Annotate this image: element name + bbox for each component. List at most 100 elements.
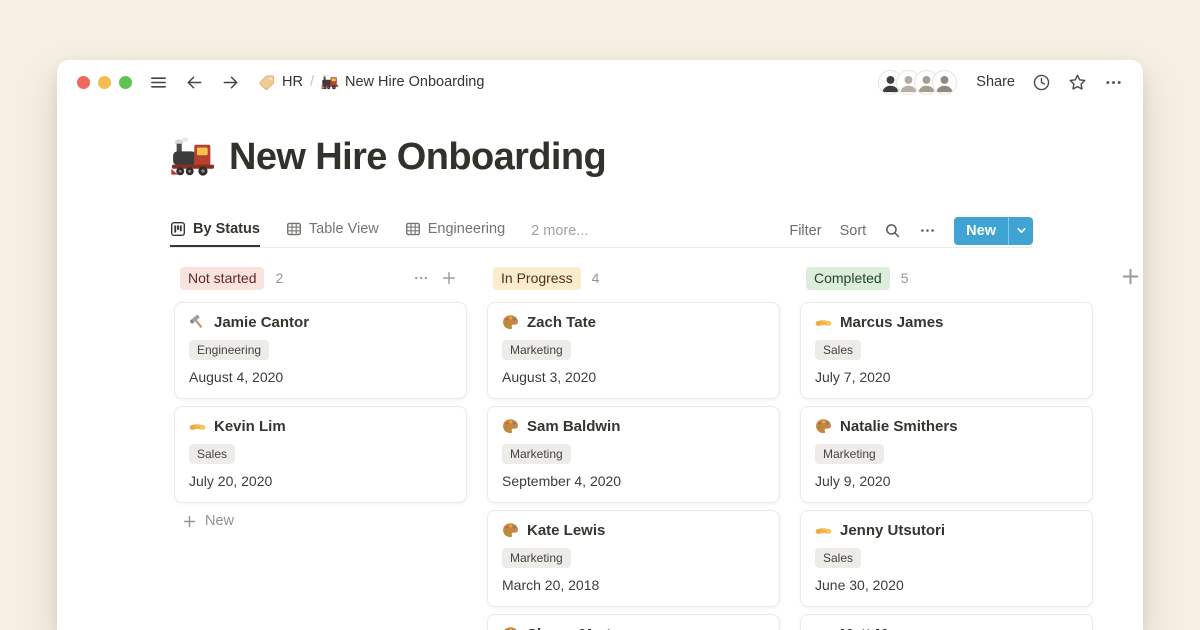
card-title: Marcus James [815,314,1078,331]
tab-label: Engineering [428,221,505,237]
card-jenny-utsutori[interactable]: Jenny UtsutoriSalesJune 30, 2020 [800,510,1093,607]
card-person-name: Matt M [840,626,888,630]
zoom-window-button[interactable] [119,76,132,89]
breadcrumb-page[interactable]: New Hire Onboarding [321,73,484,91]
card-department-tag: Marketing [502,444,571,464]
add-card-label: New [205,513,234,529]
add-card-button[interactable]: New [174,513,467,529]
page-title[interactable]: New Hire Onboarding [229,136,606,179]
column-status-pill[interactable]: Completed [806,267,890,290]
page-header: New Hire Onboarding [170,134,606,180]
table-view-icon [286,221,302,237]
updates-button[interactable] [1032,73,1051,92]
search-button[interactable] [884,222,901,239]
more-options-button[interactable] [1104,73,1123,92]
new-button[interactable]: New [954,217,1033,245]
collaborator-avatars [878,70,957,95]
favorite-button[interactable] [1068,73,1087,92]
app-window: HR / New Hire Onboarding Share New Hire … [57,60,1143,630]
new-button-label[interactable]: New [954,217,1008,245]
star-icon [1068,73,1087,92]
card-sam-baldwin[interactable]: Sam Baldwin Marketing September 4, 2020 [487,406,780,503]
board-view-icon [170,221,186,237]
view-tabs: By Status Table View Engineering [170,214,505,247]
card-department-tag: Marketing [502,340,571,360]
card-start-date: June 30, 2020 [815,577,1078,593]
close-window-button[interactable] [77,76,90,89]
tab-engineering[interactable]: Engineering [405,214,505,247]
more-views-button[interactable]: 2 more... [531,214,588,247]
sidebar-menu-button[interactable] [149,73,168,92]
column-add-card-button[interactable] [441,270,457,286]
card-person-name: Shawn Mart [527,626,611,630]
card-person-name: Jenny Utsutori [840,522,945,539]
card-title: Jenny Utsutori [815,522,1078,539]
column-count: 2 [275,270,283,286]
column-status-pill[interactable]: In Progress [493,267,581,290]
search-icon [884,222,901,239]
filter-button[interactable]: Filter [789,223,821,239]
view-tabs-row: By Status Table View Engineering 2 more...… [170,214,1033,248]
label-tag-icon [258,73,276,91]
card-title: Kate Lewis [502,522,765,539]
card-title: Sam Baldwin [502,418,765,435]
card-start-date: August 4, 2020 [189,369,452,385]
board-column-not-started: Not started 2 Jamie Cantor Engineering Augus… [174,264,467,630]
card-zach-tate[interactable]: Zach TateMarketingAugust 3, 2020 [487,302,780,399]
locomotive-icon [321,73,339,91]
card-department-tag: Sales [189,444,235,464]
card-department-tag: Engineering [189,340,269,360]
handshake-icon [815,314,832,331]
tab-label: By Status [193,221,260,237]
chevron-down-icon [1016,225,1027,236]
column-status-pill[interactable]: Not started [180,267,264,290]
breadcrumb: HR / New Hire Onboarding [258,73,484,91]
card-person-name: Natalie Smithers [840,418,958,435]
avatar[interactable] [932,70,957,95]
sort-button[interactable]: Sort [840,223,867,239]
breadcrumb-page-label: New Hire Onboarding [345,74,484,90]
card-title: Shawn Mart [502,626,765,630]
card-marcus-james[interactable]: Marcus JamesSalesJuly 7, 2020 [800,302,1093,399]
share-button[interactable]: Share [976,74,1015,90]
column-count: 5 [901,270,909,286]
column-header: Completed 5 [800,264,1093,292]
forward-button[interactable] [221,73,240,92]
card-kate-lewis[interactable]: Kate LewisMarketingMarch 20, 2018 [487,510,780,607]
tab-by-status[interactable]: By Status [170,214,260,247]
breadcrumb-workspace-label: HR [282,74,303,90]
view-options-button[interactable] [919,222,936,239]
view-controls: Filter Sort New [789,214,1033,247]
plus-icon [182,514,197,529]
palette-icon [815,418,832,435]
palette-icon [502,626,519,630]
card-jamie-cantor[interactable]: Jamie Cantor Engineering August 4, 2020 [174,302,467,399]
ellipsis-icon [919,222,936,239]
card-start-date: September 4, 2020 [502,473,765,489]
board-column-in-progress: In Progress4 Zach TateMarketingAugust 3, … [487,264,780,630]
card-kevin-lim[interactable]: Kevin LimSalesJuly 20, 2020 [174,406,467,503]
page-locomotive-icon[interactable] [170,134,216,180]
kanban-board: Not started 2 Jamie Cantor Engineering Augus… [174,264,1093,630]
breadcrumb-workspace[interactable]: HR [258,73,303,91]
card-shawn-mart[interactable]: Shawn Mart [487,614,780,630]
hamburger-icon [149,73,168,92]
card-title: Kevin Lim [189,418,452,435]
card-title: Natalie Smithers [815,418,1078,435]
column-cards: Jamie Cantor Engineering August 4, 2020 Kev… [174,302,467,503]
tab-table-view[interactable]: Table View [286,214,379,247]
card-matt-m[interactable]: Matt M [800,614,1093,630]
column-options-button[interactable] [413,270,429,286]
card-person-name: Jamie Cantor [214,314,309,331]
card-natalie-smithers[interactable]: Natalie SmithersMarketingJuly 9, 2020 [800,406,1093,503]
plus-icon [1120,266,1141,287]
new-button-dropdown[interactable] [1008,217,1033,245]
window-controls [77,76,132,89]
column-cards: Marcus JamesSalesJuly 7, 2020Natalie Smi… [800,302,1093,630]
back-button[interactable] [185,73,204,92]
column-header: In Progress4 [487,264,780,292]
add-group-button[interactable] [1120,266,1141,287]
palette-icon [502,522,519,539]
minimize-window-button[interactable] [98,76,111,89]
card-department-tag: Marketing [502,548,571,568]
